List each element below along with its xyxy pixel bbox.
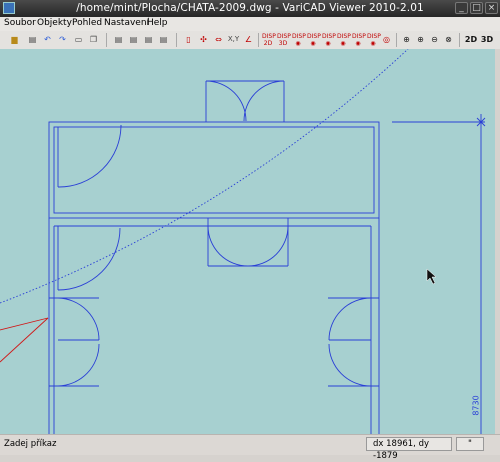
info-icon[interactable]: ▯ <box>182 33 195 46</box>
menu-pohled[interactable]: Pohled <box>72 18 102 28</box>
mouse-cursor <box>426 268 437 285</box>
maximize-button[interactable]: □ <box>470 2 483 14</box>
print-icon[interactable]: ▤ <box>26 33 39 46</box>
measure-icon[interactable]: ✣ <box>197 33 210 46</box>
zoom-all-icon[interactable]: ⊗ <box>442 33 455 46</box>
minimize-button[interactable]: _ <box>455 2 468 14</box>
zoom-in-icon[interactable]: ⊕ <box>414 33 427 46</box>
zoom-out-icon[interactable]: ⊖ <box>428 33 441 46</box>
disp-button-4[interactable]: DISP ◉ <box>307 33 321 47</box>
distance-icon[interactable]: ⇔ <box>212 33 225 46</box>
command-prompt: Zadej příkaz <box>4 439 57 449</box>
print-2-icon[interactable]: ▤ <box>127 33 140 46</box>
print-4-icon[interactable]: ▤ <box>157 33 170 46</box>
window-title: /home/mint/Plocha/CHATA-2009.dwg - VariC… <box>76 2 424 14</box>
coordinates-readout: dx 18961, dy -1879 <box>366 437 452 461</box>
open-folder-icon[interactable]: ▆ <box>8 33 21 46</box>
zoom-icon[interactable]: ⊕ <box>400 33 413 46</box>
close-button[interactable]: × <box>485 2 498 14</box>
title-bar: /home/mint/Plocha/CHATA-2009.dwg - VariC… <box>0 0 500 17</box>
menu-objekty[interactable]: Objekty <box>37 18 72 28</box>
disp-button-7[interactable]: DISP ◉ <box>352 33 366 47</box>
units-indicator: " <box>456 437 484 451</box>
view-3d-button[interactable]: 3D <box>480 33 494 46</box>
disp-button-3[interactable]: DISP ◉ <box>292 33 306 47</box>
zoom-find-icon[interactable]: ◎ <box>380 33 393 46</box>
drawing-canvas[interactable]: 8730 <box>0 49 495 434</box>
disp-button-2[interactable]: DISP 3D <box>277 33 291 47</box>
new-document-icon[interactable]: ▭ <box>72 33 85 46</box>
floor-plan-drawing <box>0 49 486 434</box>
print-3-icon[interactable]: ▤ <box>142 33 155 46</box>
disp-button-8[interactable]: DISP ◉ <box>367 33 381 47</box>
disp-button-1[interactable]: DISP 2D <box>262 33 276 47</box>
vertical-scrollbar[interactable] <box>495 49 500 434</box>
menu-bar: Soubor Objekty Pohled Nastavení Help <box>0 17 500 31</box>
menu-soubor[interactable]: Soubor <box>4 18 36 28</box>
copy-icon[interactable]: ❐ <box>87 33 100 46</box>
disp-button-5[interactable]: DISP ◉ <box>322 33 336 47</box>
redo-icon[interactable]: ↷ <box>56 33 69 46</box>
selection-lines <box>0 317 49 363</box>
menu-help[interactable]: Help <box>147 18 168 28</box>
menu-nastaveni[interactable]: Nastavení <box>104 18 149 28</box>
angle-icon[interactable]: ∠ <box>242 33 255 46</box>
construction-arc <box>0 49 409 304</box>
print-preview-icon[interactable]: ▤ <box>112 33 125 46</box>
dimension-label: 8730 <box>471 395 481 416</box>
view-2d-button[interactable]: 2D <box>464 33 478 46</box>
coordinates-icon[interactable]: X,Y <box>227 33 240 46</box>
undo-icon[interactable]: ↶ <box>41 33 54 46</box>
disp-button-6[interactable]: DISP ◉ <box>337 33 351 47</box>
toolbar: ▆ ▤ ↶ ↷ ▭ ❐ ▤ ▤ ▤ ▤ ▯ ✣ ⇔ X,Y ∠ DISP 2D D… <box>0 31 500 50</box>
status-bar: Zadej příkaz dx 18961, dy -1879 " <box>0 434 500 461</box>
